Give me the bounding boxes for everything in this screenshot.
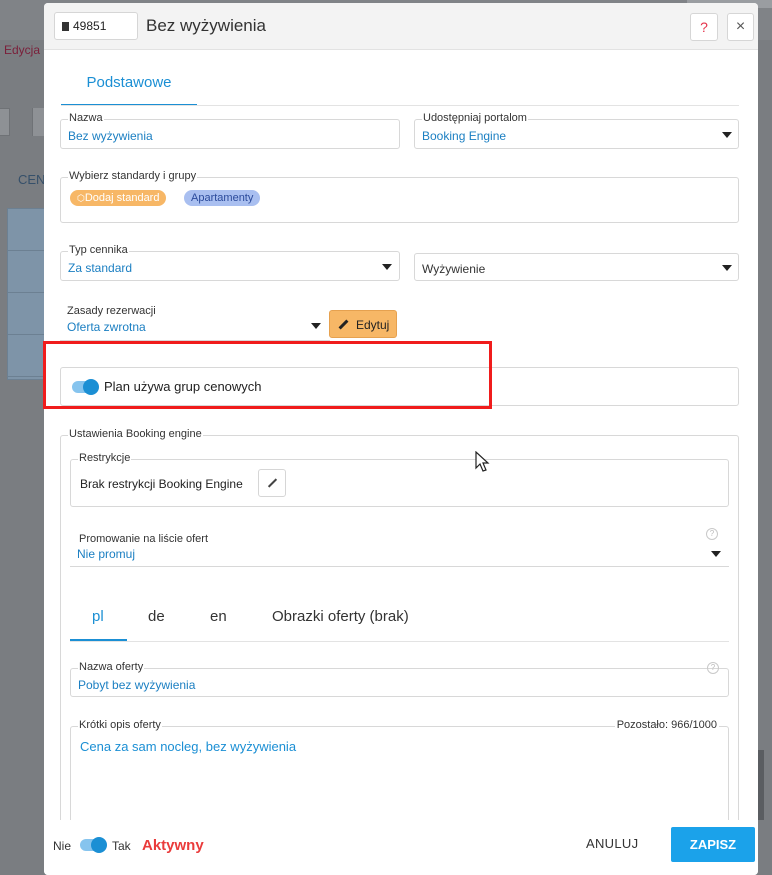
tab-offer-images[interactable]: Obrazki oferty (brak) [272,608,409,625]
short-description-value: Cena za sam nocleg, bez wyżywienia [80,739,297,754]
offer-id: 49851 [73,19,107,33]
table-row [8,335,44,377]
status-badge: Aktywny [142,837,204,854]
help-button[interactable]: ? [690,13,718,41]
edit-restrictions-button[interactable] [258,469,286,497]
modal-title: Bez wyżywienia [146,16,266,35]
background-tab-edycja: Edycja [4,43,41,57]
table-row [8,251,44,293]
offer-name-value: Pobyt bez wyżywienia [78,678,196,692]
chevron-down-icon [711,551,721,557]
table-row [8,209,44,251]
char-counter: Pozostało: 966/1000 [614,719,719,731]
meals-select[interactable]: Wyżywienie [414,253,739,281]
tab-lang-de[interactable]: de [148,608,165,625]
calendar-icon [62,22,69,31]
background-table [7,208,45,380]
close-button[interactable]: × [727,13,754,41]
promotion-select[interactable]: Promowanie na liście ofert ? Nie promuj [70,528,729,567]
pricelist-type-label: Typ cennika [68,244,129,256]
offer-name-label: Nazwa oferty [78,661,145,673]
short-description-label: Krótki opis oferty [78,719,162,731]
field-underline [70,566,729,567]
offer-id-badge: 49851 [54,12,138,40]
active-label: Tak [112,839,131,853]
tag-icon: ⬡ [77,193,85,203]
background-input [32,108,44,136]
chevron-down-icon [382,264,392,270]
share-portals-select[interactable]: Udostępniaj portalom Booking Engine [414,112,739,149]
cancel-button[interactable]: ANULUJ [586,836,638,851]
booking-rules-value: Oferta zwrotna [67,320,146,334]
modal-header: 49851 Bez wyżywienia ? × [44,3,758,50]
promotion-value: Nie promuj [77,547,136,561]
tabs-divider [61,105,739,106]
active-tab-indicator [70,639,127,641]
name-value: Bez wyżywienia [68,129,153,143]
tab-basic[interactable]: Podstawowe [61,70,197,106]
name-label: Nazwa [68,112,104,124]
booking-engine-label: Ustawienia Booking engine [68,428,203,440]
standards-groups-field: Wybierz standardy i grupy ⬡Dodaj standar… [60,170,739,223]
edit-booking-rules-button[interactable]: Edytuj [329,310,397,338]
mouse-cursor-icon [475,451,490,472]
booking-rules-field[interactable]: Zasady rezerwacji Oferta zwrotna [60,305,330,341]
share-portals-label: Udostępniaj portalom [422,112,528,124]
background-section-tab: CEN [18,172,46,187]
restrictions-label: Restrykcje [78,452,132,464]
pricelist-type-value: Za standard [68,261,133,275]
group-chip[interactable]: Apartamenty [184,190,261,206]
tab-lang-en[interactable]: en [210,608,227,625]
highlight-frame [43,341,492,409]
add-standard-label: Dodaj standard [84,192,160,204]
booking-rules-label: Zasady rezerwacji [66,305,157,317]
name-field[interactable]: Nazwa Bez wyżywienia [60,112,400,149]
meals-placeholder: Wyżywienie [422,262,486,276]
background-input [0,108,10,136]
table-row [8,293,44,335]
chevron-down-icon [722,132,732,138]
offer-edit-modal: 49851 Bez wyżywienia ? × Podstawowe Nazw… [44,3,758,875]
info-icon[interactable]: ? [706,528,718,540]
modal-footer: Nie Tak Aktywny ANULUJ ZAPISZ [44,820,758,875]
info-icon[interactable]: ? [707,662,719,674]
restrictions-value: Brak restrykcji Booking Engine [80,477,243,491]
tab-lang-pl[interactable]: pl [92,608,104,625]
pricelist-type-select[interactable]: Typ cennika Za standard [60,244,400,281]
restrictions-field: Restrykcje Brak restrykcji Booking Engin… [70,452,729,507]
pencil-icon [338,319,349,330]
share-portals-value: Booking Engine [422,129,507,143]
pencil-icon [267,478,278,488]
add-standard-chip[interactable]: ⬡Dodaj standard [70,190,167,206]
inactive-label: Nie [53,839,72,853]
promotion-label: Promowanie na liście ofert [78,533,210,545]
chevron-down-icon [722,265,732,271]
offer-name-field[interactable]: Nazwa oferty ? Pobyt bez wyżywienia [70,661,729,697]
standards-label: Wybierz standardy i grupy [68,170,198,182]
save-button[interactable]: ZAPISZ [671,827,755,862]
chevron-down-icon [311,323,321,329]
toggle-knob [91,837,107,853]
active-toggle[interactable] [80,837,107,853]
lang-tabs-divider [70,641,729,642]
edit-button-label: Edytuj [356,318,390,332]
